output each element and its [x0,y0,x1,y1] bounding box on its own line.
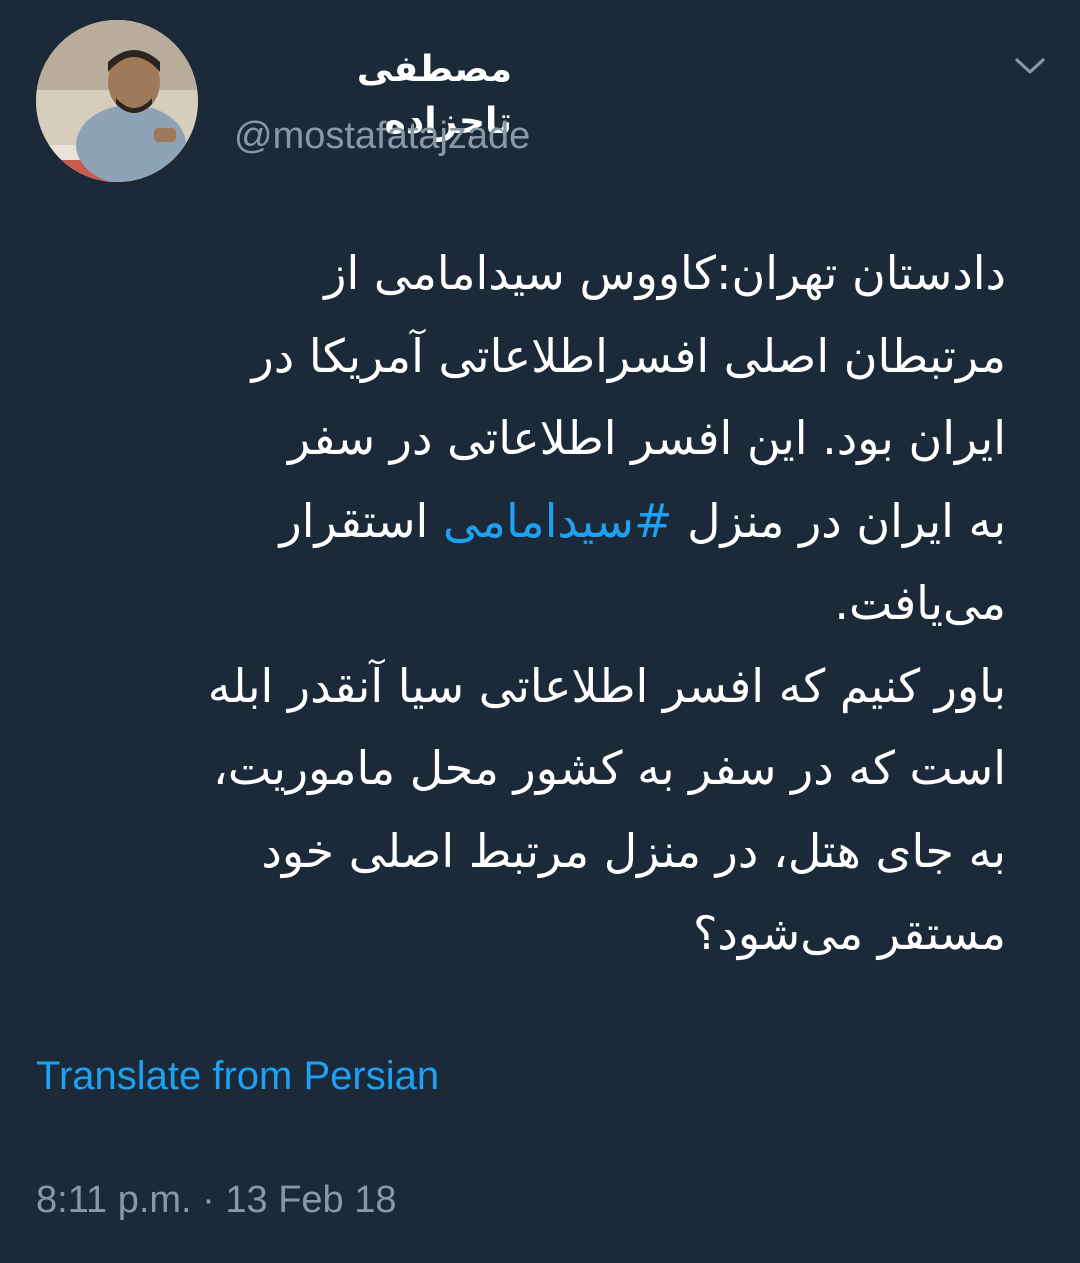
tweet-text-line: می‌یافت. [834,576,1006,630]
tweet-text-line: است که در سفر به کشور محل ماموریت، [213,741,1006,795]
chevron-down-icon [1015,58,1045,74]
profile-photo-icon [36,20,198,182]
tweet-text-line: مرتبطان اصلی افسراطلاعاتی آمریکا در [251,328,1007,383]
tweet-text-segment: به ایران در منزل [672,493,1006,548]
tweet-text-line: به جای هتل، در منزل مرتبط اصلی خود [261,823,1006,878]
tweet-text-line: به ایران در منزل #سیدامامی استقرار [36,480,1006,563]
translate-link[interactable]: Translate from Persian [36,1050,439,1102]
tweet-text-segment: استقرار [279,493,443,548]
tweet-text-line: باور کنیم که افسر اطلاعاتی سیا آنقدر ابل… [207,658,1006,713]
tweet-text: دادستان تهران:کاووس سیدامامی از مرتبطان … [36,232,1006,975]
tweet-text-line: مستقر می‌شود؟ [692,906,1006,960]
tweet-card: مصطفی تاجزاده @mostafatajzade دادستان ته… [0,0,1080,1263]
avatar[interactable] [36,20,198,182]
tweet-timestamp[interactable]: 8:11 p.m. · 13 Feb 18 [36,1176,397,1224]
hashtag-link[interactable]: #سیدامامی [443,494,673,548]
user-handle[interactable]: @mostafatajzade [234,112,530,160]
tweet-text-line: دادستان تهران:کاووس سیدامامی از [324,246,1006,300]
more-options-button[interactable] [1004,44,1056,88]
tweet-text-line: ایران بود. این افسر اطلاعاتی در سفر [287,411,1006,465]
